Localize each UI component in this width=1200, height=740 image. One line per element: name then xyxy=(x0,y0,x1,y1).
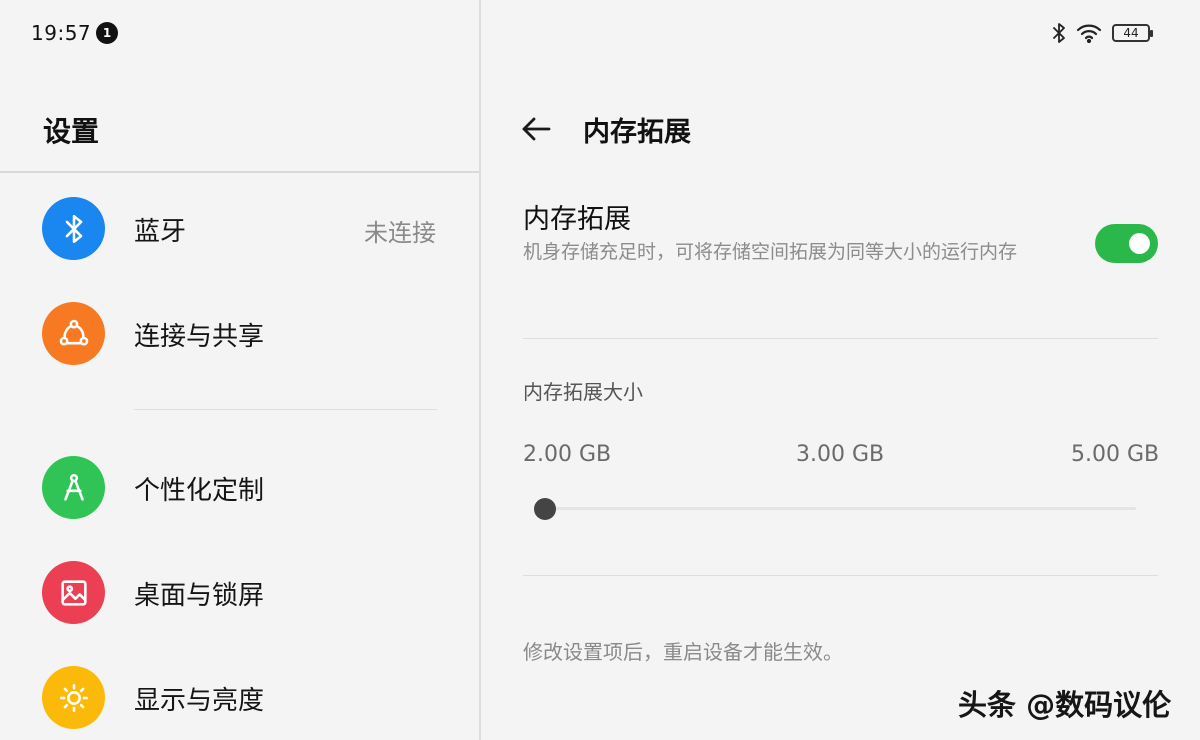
header-divider xyxy=(0,171,479,173)
restart-note: 修改设置项后，重启设备才能生效。 xyxy=(523,640,843,664)
slider-option-5gb[interactable]: 5.00 GB xyxy=(1071,442,1159,467)
switch-description: 机身存储充足时，可将存储空间拓展为同等大小的运行内存 xyxy=(523,241,1018,263)
bluetooth-icon xyxy=(1052,23,1066,43)
switch-title: 内存拓展 xyxy=(523,204,631,235)
sidebar-item-label: 桌面与锁屏 xyxy=(134,581,265,611)
watermark: 头条 @数码议伦 xyxy=(958,688,1172,722)
settings-sidebar: 19:57 1 设置 蓝牙 未连接 连接与共享 个性化定制 桌面与锁屏 显示与亮… xyxy=(0,0,479,740)
sidebar-item-desktop-lockscreen[interactable]: 桌面与锁屏 xyxy=(0,545,479,641)
sidebar-group-divider xyxy=(134,409,437,410)
sidebar-title: 设置 xyxy=(43,115,100,148)
sidebar-item-personalization[interactable]: 个性化定制 xyxy=(0,440,479,536)
detail-pane: 44 内存拓展 内存拓展 机身存储充足时，可将存储空间拓展为同等大小的运行内存 … xyxy=(481,0,1200,740)
page-title: 内存拓展 xyxy=(583,117,691,148)
slider-option-2gb[interactable]: 2.00 GB xyxy=(523,442,611,467)
sidebar-item-bluetooth[interactable]: 蓝牙 未连接 xyxy=(0,181,479,277)
share-icon xyxy=(42,302,105,365)
image-icon xyxy=(42,561,105,624)
sidebar-item-connection-sharing[interactable]: 连接与共享 xyxy=(0,286,479,382)
sidebar-item-label: 连接与共享 xyxy=(134,322,265,352)
back-arrow-icon[interactable] xyxy=(519,112,553,146)
toggle-knob xyxy=(1129,233,1150,254)
size-section-label: 内存拓展大小 xyxy=(523,380,643,404)
bluetooth-status: 未连接 xyxy=(364,219,436,247)
status-time: 19:57 xyxy=(31,21,92,45)
sidebar-item-label: 个性化定制 xyxy=(134,476,265,506)
bluetooth-icon xyxy=(42,197,105,260)
memory-expansion-toggle[interactable] xyxy=(1095,224,1158,263)
wifi-icon xyxy=(1076,23,1102,43)
compass-icon xyxy=(42,456,105,519)
sidebar-item-display-brightness[interactable]: 显示与亮度 xyxy=(0,650,479,740)
slider-option-3gb[interactable]: 3.00 GB xyxy=(796,442,884,467)
section-divider xyxy=(523,338,1158,339)
notification-badge: 1 xyxy=(96,22,118,44)
size-slider-track[interactable] xyxy=(545,507,1136,510)
screen: 19:57 1 设置 蓝牙 未连接 连接与共享 个性化定制 桌面与锁屏 显示与亮… xyxy=(0,0,1200,740)
status-icons: 44 xyxy=(1052,22,1153,44)
sidebar-item-label: 蓝牙 xyxy=(134,217,187,247)
section-divider xyxy=(523,575,1158,576)
sidebar-item-label: 显示与亮度 xyxy=(134,686,265,716)
battery-icon: 44 xyxy=(1112,24,1153,42)
sun-icon xyxy=(42,666,105,729)
size-slider-thumb[interactable] xyxy=(534,498,556,520)
